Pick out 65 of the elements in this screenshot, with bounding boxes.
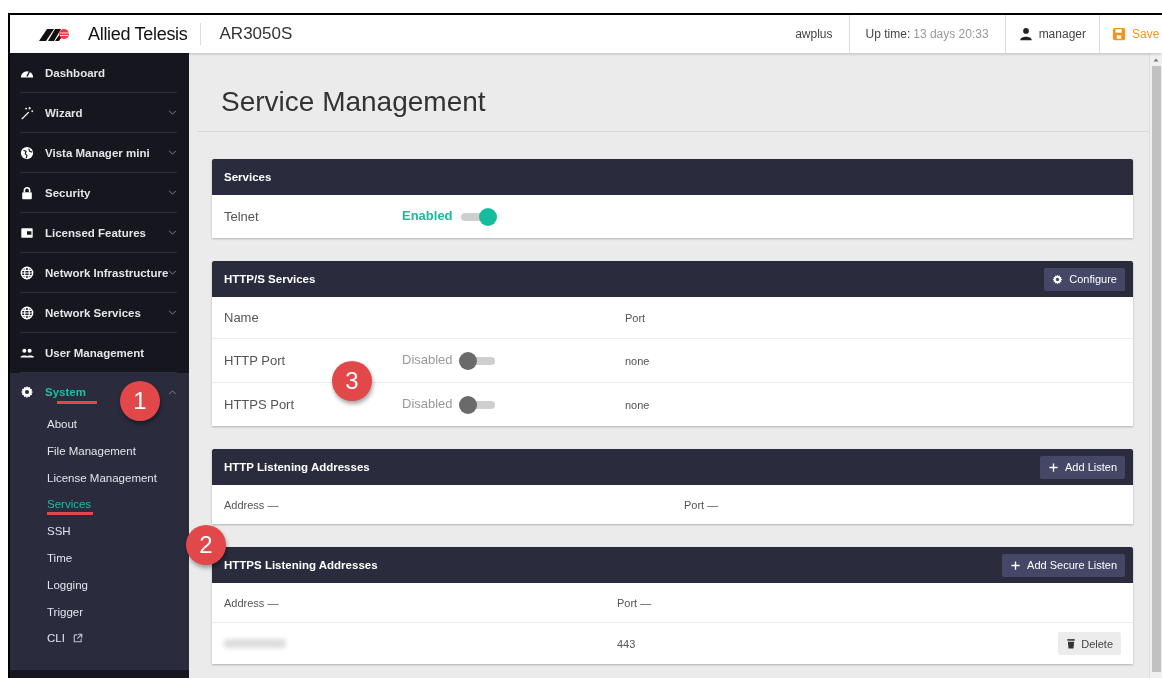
port-value: 443	[617, 637, 636, 650]
nav-item[interactable]: System	[20, 385, 86, 399]
column-header: Port —	[617, 596, 652, 609]
status-label: Disabled	[402, 395, 453, 411]
lock-icon	[20, 185, 34, 200]
status-label: Enabled	[402, 207, 453, 223]
column-header: Address —	[224, 596, 280, 609]
card-title: HTTP/S Services	[224, 273, 316, 285]
header-button[interactable]: Add Secure Listen	[1002, 553, 1125, 577]
nav-subitem[interactable]: Trigger	[47, 598, 83, 626]
nav-item[interactable]: Network Services	[20, 305, 164, 320]
globe-icon	[20, 145, 34, 160]
column-header: Name	[224, 310, 260, 325]
user-icon	[1018, 27, 1033, 41]
plus-icon	[1010, 559, 1022, 571]
nav-subitem[interactable]: License Management	[47, 464, 157, 492]
uptime-label: Up time:	[865, 27, 911, 41]
card-title: HTTP Listening Addresses	[224, 461, 370, 473]
nav-subitem[interactable]: Time	[47, 545, 73, 572]
column-header: Port —	[684, 498, 719, 511]
header-button[interactable]: Configure	[1044, 267, 1125, 291]
page-title: Service Management	[220, 85, 487, 119]
nav-item[interactable]: Dashboard	[20, 65, 177, 80]
column-header: Port	[625, 311, 646, 324]
service-name: Telnet	[224, 209, 260, 224]
nav-subitem[interactable]: About	[47, 411, 78, 438]
card-title: Services	[224, 171, 272, 183]
trash-icon	[1066, 638, 1077, 649]
plus-icon	[1048, 461, 1059, 473]
nav-item[interactable]: Licensed Features	[20, 225, 164, 240]
gear-icon	[20, 385, 34, 399]
toggle-switch[interactable]	[458, 351, 497, 370]
annotation-number: 3	[332, 361, 372, 401]
nav-subitem[interactable]: File Management	[47, 437, 136, 465]
delete-button[interactable]: Delete	[1058, 632, 1121, 655]
service-name: HTTP Port	[224, 353, 287, 368]
nav-item[interactable]: Security	[20, 185, 164, 200]
scroll-up-icon	[1152, 56, 1160, 64]
port-value: none	[625, 354, 650, 367]
nav-subitem[interactable]: SSH	[47, 518, 71, 545]
nav-subitem[interactable]: Services	[47, 491, 92, 519]
uptime-value: 13 days 20:33	[913, 27, 989, 41]
nav-item[interactable]: Vista Manager mini	[20, 145, 164, 160]
nav-item[interactable]: Wizard	[20, 105, 164, 120]
nav-subitem[interactable]: CLI	[47, 625, 83, 653]
brand-name: Allied Telesis	[88, 23, 188, 45]
wand-icon	[20, 105, 34, 120]
hostname: awplus	[795, 27, 833, 41]
nav-subitem[interactable]: Logging	[47, 571, 88, 599]
globe-icon	[20, 265, 34, 280]
column-header: Address —	[224, 498, 280, 511]
nav-item[interactable]: User Management	[20, 345, 177, 360]
header-button[interactable]: Add Listen	[1040, 455, 1125, 479]
wallet-icon	[20, 225, 34, 240]
device-model: AR3050S	[219, 24, 293, 44]
username: manager	[1038, 27, 1086, 41]
status-label: Disabled	[402, 351, 453, 367]
annotation-number: 1	[120, 381, 160, 421]
toggle-switch[interactable]	[458, 395, 497, 414]
scrollbar[interactable]	[1149, 53, 1162, 678]
card-title: HTTPS Listening Addresses	[224, 559, 378, 571]
service-name: HTTPS Port	[224, 397, 296, 412]
globe-icon	[20, 305, 34, 320]
gear-icon	[1052, 273, 1064, 285]
port-value: none	[625, 398, 650, 411]
